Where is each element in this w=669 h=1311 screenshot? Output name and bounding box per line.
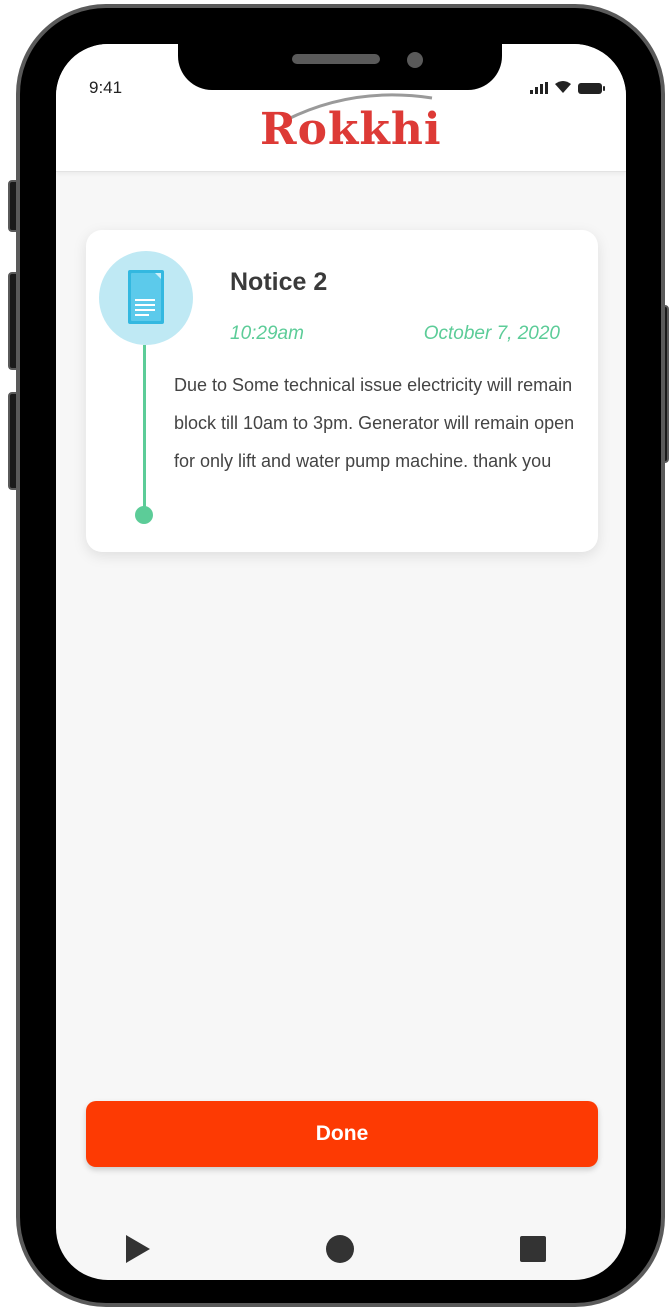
notice-time: 10:29am — [230, 323, 304, 344]
rokkhi-logo: Rokkhi — [254, 92, 441, 162]
status-icons — [530, 80, 605, 94]
battery-icon — [578, 83, 605, 94]
front-camera — [407, 52, 423, 68]
status-time: 9:41 — [89, 78, 123, 97]
notch — [178, 40, 502, 90]
wifi-icon — [555, 81, 571, 93]
navigation-bar — [56, 1224, 626, 1280]
timeline-line — [143, 345, 146, 515]
home-circle-icon[interactable] — [326, 1235, 354, 1263]
notice-date: October 7, 2020 — [423, 323, 560, 344]
screen: 9:41 Rokkhi Notice 2 10:29am October 7, … — [56, 44, 626, 1280]
notice-card[interactable]: Notice 2 10:29am October 7, 2020 Due to … — [86, 230, 598, 552]
timeline-dot — [135, 506, 153, 524]
notice-title: Notice 2 — [230, 268, 328, 296]
signal-icon — [530, 82, 548, 94]
document-icon — [128, 270, 164, 324]
notice-icon-circle — [99, 251, 193, 345]
speaker-grille — [292, 54, 380, 64]
back-triangle-icon[interactable] — [126, 1235, 150, 1263]
logo-text: Rokkhi — [260, 104, 442, 155]
recent-square-icon[interactable] — [520, 1236, 546, 1262]
done-button[interactable]: Done — [86, 1101, 598, 1167]
notice-body: Due to Some technical issue electricity … — [174, 375, 575, 471]
